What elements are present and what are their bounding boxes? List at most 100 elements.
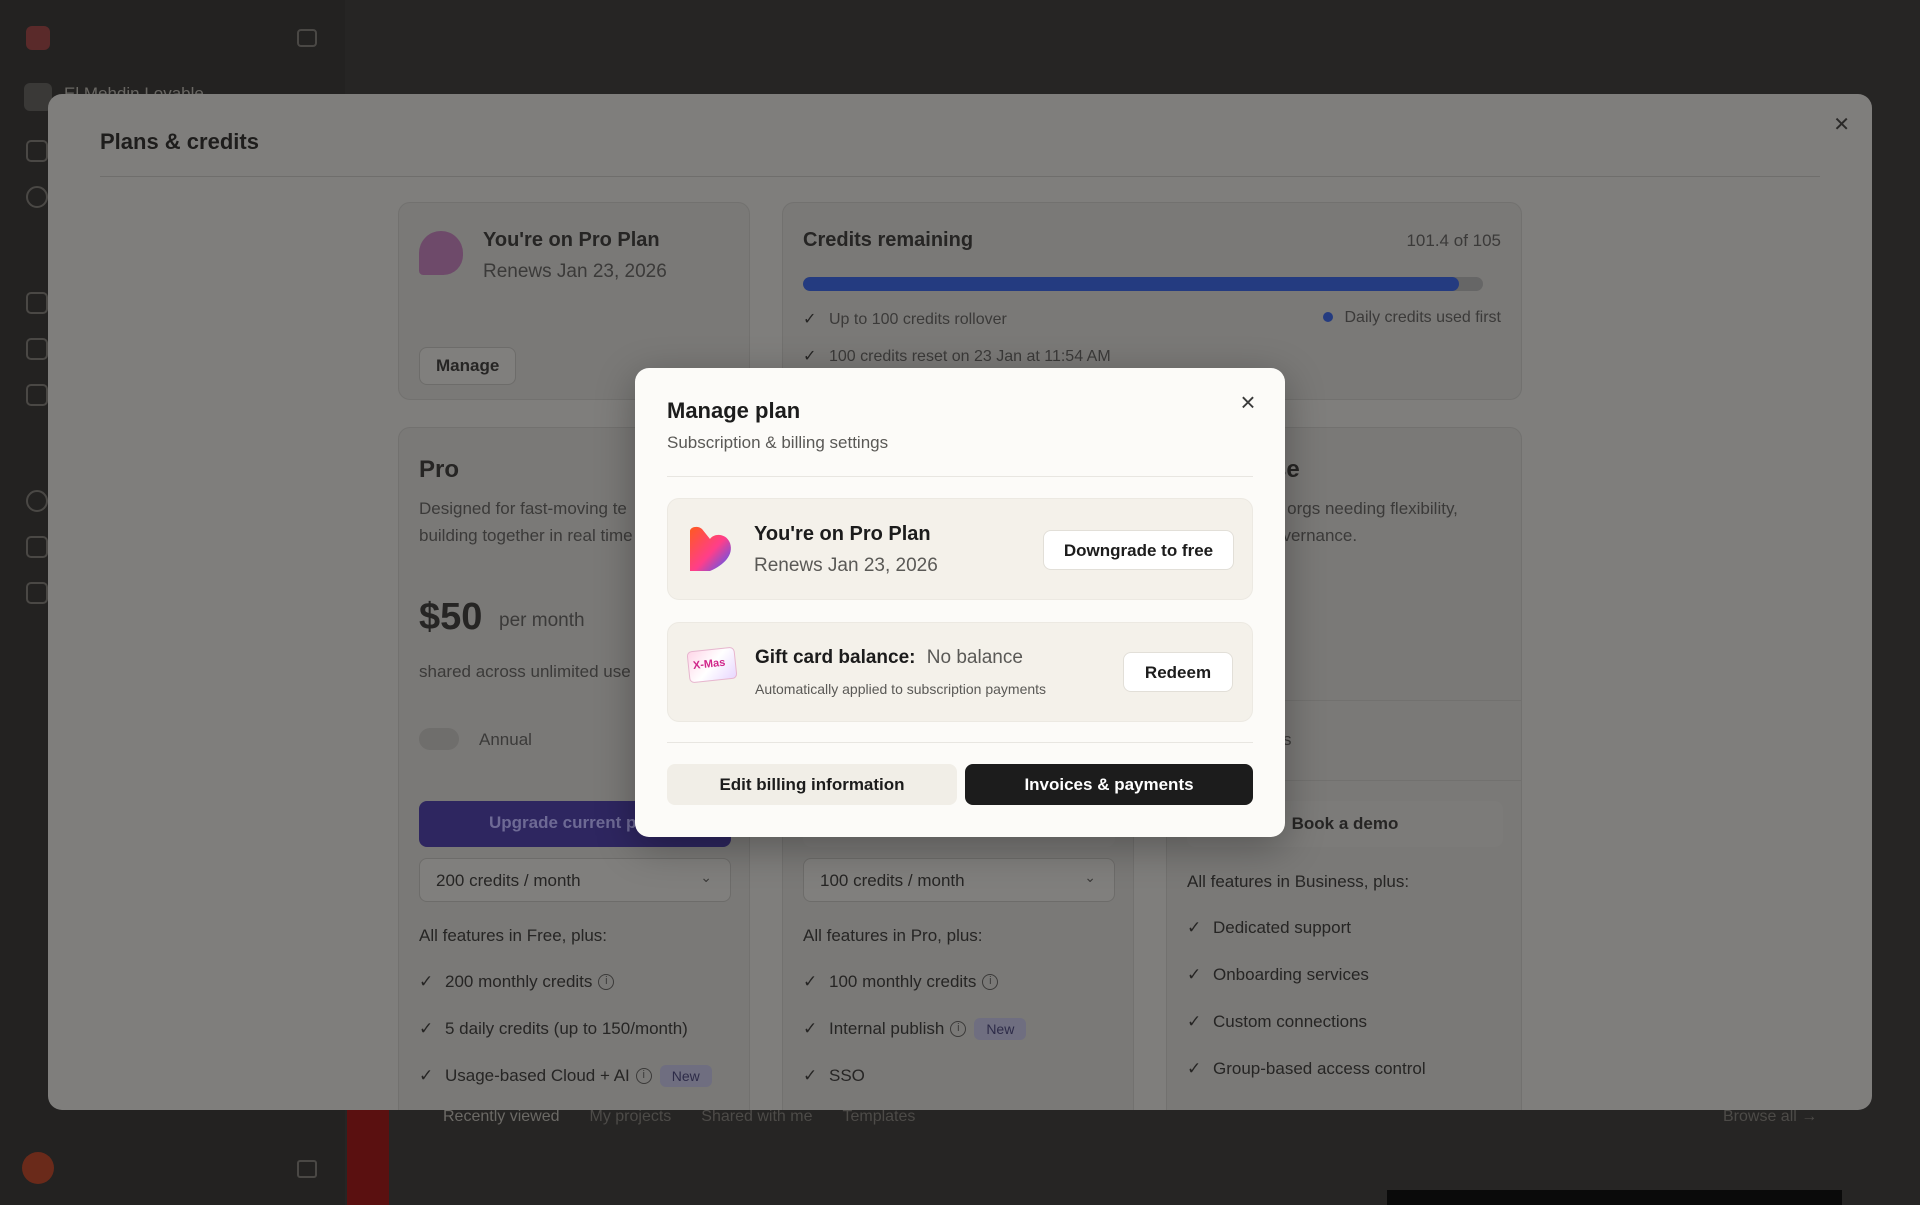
check-icon: ✓ xyxy=(1187,964,1202,984)
info-icon[interactable]: i xyxy=(982,973,999,990)
pro-plan-shared: shared across unlimited use xyxy=(419,662,631,681)
modal-subtitle: Subscription & billing settings xyxy=(667,433,889,452)
check-icon: ✓ xyxy=(419,1018,434,1038)
grid-icon[interactable] xyxy=(26,292,48,314)
check-icon: ✓ xyxy=(803,1018,818,1038)
sidebar-toggle-icon[interactable] xyxy=(297,29,317,47)
modal-title: Manage plan xyxy=(667,398,801,423)
inbox-icon[interactable] xyxy=(297,1160,317,1178)
gift-balance-label: Gift card balance: No balance xyxy=(755,647,1023,668)
users-icon[interactable] xyxy=(26,384,48,406)
browse-all-link[interactable]: Browse all → xyxy=(1723,1108,1817,1126)
feature-item: ✓ Dedicated support xyxy=(1187,917,1351,937)
credits-amount: 101.4 of 105 xyxy=(1406,231,1501,250)
pro-plan-desc-2: building together in real time xyxy=(419,526,633,545)
business-features-heading: All features in Pro, plus: xyxy=(803,926,983,945)
enterprise-desc-1: e orgs needing flexibility, xyxy=(1273,499,1458,518)
gift-card-panel: X-Mas Gift card balance: No balance Auto… xyxy=(667,622,1253,722)
current-plan-renews: Renews Jan 23, 2026 xyxy=(483,261,667,282)
edit-billing-button[interactable]: Edit billing information xyxy=(667,764,957,805)
star-icon[interactable] xyxy=(26,338,48,360)
plan-title: You're on Pro Plan xyxy=(754,523,931,545)
check-icon: ✓ xyxy=(419,1065,434,1085)
feature-item: ✓ Custom connections xyxy=(1187,1011,1368,1031)
daily-credits-note: Daily credits used first xyxy=(1322,309,1501,327)
check-icon: ✓ xyxy=(803,311,817,328)
redeem-button[interactable]: Redeem xyxy=(1123,652,1233,692)
project-thumb[interactable] xyxy=(1387,1190,1842,1205)
annual-label: Annual xyxy=(479,730,532,749)
business-features-list: ✓ 100 monthly credits i ✓ Internal publish i… xyxy=(803,958,1027,1099)
annual-toggle[interactable] xyxy=(419,728,459,750)
heart-logo-icon xyxy=(419,231,463,275)
gift-card-icon: X-Mas xyxy=(686,646,738,684)
plans-close-icon[interactable]: ✕ xyxy=(1833,112,1850,137)
chevron-down-icon: ⌄ xyxy=(700,869,712,885)
feature-item: ✓ SSO xyxy=(803,1065,865,1085)
pro-plan-name: Pro xyxy=(419,456,460,483)
library-icon[interactable] xyxy=(26,582,48,604)
project-tabs: Recently viewed My projects Shared with … xyxy=(443,1108,915,1126)
feature-item: ✓ 200 monthly credits i xyxy=(419,958,712,1005)
pro-features-heading: All features in Free, plus: xyxy=(419,926,608,945)
manage-button[interactable]: Manage xyxy=(419,347,517,385)
info-icon[interactable]: i xyxy=(635,1067,652,1084)
feature-item: ✓ Usage-based Cloud + AI i New xyxy=(419,1052,712,1099)
invoices-button[interactable]: Invoices & payments xyxy=(965,764,1253,805)
enterprise-features-list: ✓ Dedicated support ✓ Onboarding services … xyxy=(1187,904,1426,1092)
credits-progress-fill xyxy=(803,277,1460,291)
tab-recently-viewed[interactable]: Recently viewed xyxy=(443,1108,560,1126)
credits-progress-bar xyxy=(803,277,1483,291)
pro-features-list: ✓ 200 monthly credits i ✓ 5 daily credits (… xyxy=(419,958,712,1099)
tab-my-projects[interactable]: My projects xyxy=(590,1108,672,1126)
home-icon[interactable] xyxy=(26,140,48,162)
info-icon[interactable]: i xyxy=(950,1020,967,1037)
current-plan-title: You're on Pro Plan xyxy=(483,229,660,251)
check-icon: ✓ xyxy=(419,971,434,991)
plans-title: Plans & credits xyxy=(100,129,259,154)
manage-plan-modal: Manage plan Subscription & billing setti… xyxy=(635,368,1285,837)
business-credits-select[interactable]: 100 credits / month ⌄ xyxy=(803,858,1115,902)
gift-note: Automatically applied to subscription pa… xyxy=(755,681,1047,697)
user-avatar[interactable] xyxy=(22,1152,54,1184)
heart-logo-icon xyxy=(690,526,731,571)
plans-divider xyxy=(100,176,1820,177)
info-icon[interactable]: i xyxy=(598,973,615,990)
check-icon: ✓ xyxy=(803,971,818,991)
pro-plan-price: $50 xyxy=(419,596,483,638)
new-badge: New xyxy=(659,1064,712,1087)
chevron-down-icon: ⌄ xyxy=(1084,869,1096,885)
plan-renews: Renews Jan 23, 2026 xyxy=(754,555,938,576)
credits-rollover: ✓ Up to 100 credits rollover xyxy=(803,311,1007,328)
new-badge: New xyxy=(974,1017,1027,1040)
app-logo xyxy=(26,26,50,50)
check-icon: ✓ xyxy=(1187,1011,1202,1031)
check-icon: ✓ xyxy=(1187,1058,1202,1078)
credits-reset: ✓ 100 credits reset on 23 Jan at 11:54 AM xyxy=(803,348,1111,365)
search-icon[interactable] xyxy=(26,186,48,208)
enterprise-features-heading: All features in Business, plus: xyxy=(1187,872,1410,891)
check-icon: ✓ xyxy=(803,348,817,365)
check-icon: ✓ xyxy=(803,1065,818,1085)
close-icon[interactable]: × xyxy=(1233,388,1263,418)
downgrade-button[interactable]: Downgrade to free xyxy=(1043,530,1234,570)
check-icon: ✓ xyxy=(1187,917,1202,937)
feature-item: ✓ Group-based access control xyxy=(1187,1058,1426,1078)
enterprise-desc-2: overnance. xyxy=(1273,526,1358,545)
feature-item: ✓ Onboarding services xyxy=(1187,964,1369,984)
modal-divider-2 xyxy=(667,742,1253,743)
feature-item: ✓ 5 daily credits (up to 150/month) xyxy=(419,1018,688,1038)
feature-item: ✓ Internal publish i New xyxy=(803,1005,1027,1052)
gift-balance-value: No balance xyxy=(926,647,1023,668)
feature-item: ✓ 100 monthly credits i xyxy=(803,958,1026,1005)
pro-plan-desc-1: Designed for fast-moving te xyxy=(419,499,627,518)
tab-shared-with-me[interactable]: Shared with me xyxy=(701,1108,812,1126)
compass-icon[interactable] xyxy=(26,490,48,512)
tab-templates[interactable]: Templates xyxy=(842,1108,915,1126)
pro-plan-period: per month xyxy=(499,610,585,631)
modal-divider xyxy=(667,476,1253,477)
pro-credits-select[interactable]: 200 credits / month ⌄ xyxy=(419,858,731,902)
cube-icon[interactable] xyxy=(26,536,48,558)
credits-title: Credits remaining xyxy=(803,229,974,251)
dot-icon xyxy=(1322,312,1333,322)
